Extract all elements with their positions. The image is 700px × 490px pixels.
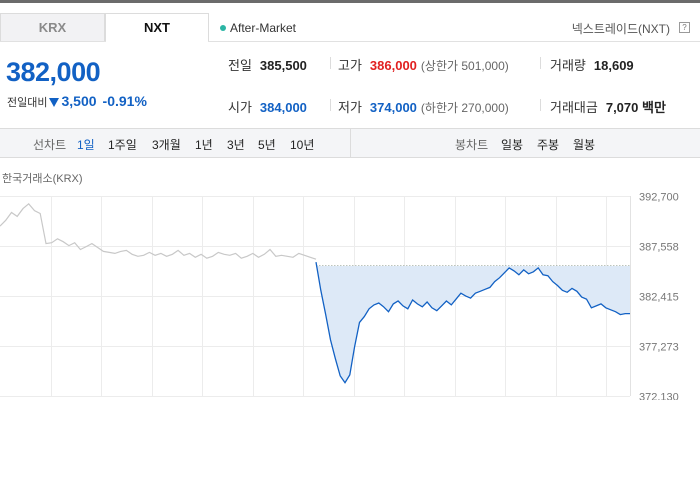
period-1d[interactable]: 1일 (77, 136, 95, 153)
chart-title: 한국거래소(KRX) (2, 173, 83, 185)
chart-toolbar: 선차트 1일 1주일 3개월 1년 3년 5년 10년 봉차트 일봉 주봉 월봉 (0, 128, 700, 158)
y-tick-label: 372,130 (639, 392, 679, 401)
down-triangle-icon (49, 98, 60, 107)
y-tick-label: 392,700 (639, 192, 679, 204)
chart-lines (0, 202, 630, 384)
status-dot-icon (220, 25, 226, 31)
series-line-gray (0, 202, 317, 260)
current-price: 382,000 (6, 57, 101, 87)
stat-open: 시가 384,000 (228, 100, 307, 115)
change-percent: -0.91% (102, 93, 147, 109)
period-3m[interactable]: 3개월 (152, 136, 181, 153)
exchange-label: 넥스트레이드(NXT) (571, 22, 670, 36)
period-10y[interactable]: 10년 (290, 136, 314, 153)
price-area-fill (316, 262, 630, 383)
stat-volume: 거래량 18,609 (550, 58, 634, 73)
period-3y[interactable]: 3년 (227, 136, 245, 153)
tab-nxt[interactable]: NXT (105, 13, 209, 42)
change-label: 전일대비 (7, 97, 48, 109)
chart-area (316, 262, 630, 383)
session-indicator: After-Market (220, 21, 296, 35)
y-tick-label: 387,558 (639, 242, 679, 254)
price-change: 전일대비 3,500 -0.91% (7, 93, 147, 110)
change-amount: 3,500 (61, 93, 97, 109)
help-icon[interactable]: ? (679, 22, 690, 33)
y-tick-label: 377,273 (639, 342, 679, 354)
candle-monthly[interactable]: 월봉 (573, 136, 595, 153)
price-chart: 392,700 387,558 382,415 377,273 372,130 (0, 192, 679, 401)
period-5y[interactable]: 5년 (258, 136, 276, 153)
stat-high: 고가 386,000 (상한가 501,000) (338, 58, 509, 73)
price-stats: 전일 385,500 고가 386,000 (상한가 501,000) 거래량 18,6… (210, 44, 700, 128)
tab-krx[interactable]: KRX (0, 13, 105, 42)
y-tick-label: 382,415 (639, 292, 679, 304)
session-label: After-Market (230, 21, 297, 35)
candle-daily[interactable]: 일봉 (501, 136, 523, 153)
stat-trade-value: 거래대금 7,070 백만 (550, 100, 666, 115)
period-1w[interactable]: 1주일 (108, 136, 137, 153)
stat-low: 저가 374,000 (하한가 270,000) (338, 100, 509, 115)
candle-chart-label: 봉차트 (455, 138, 489, 152)
tab-underline (0, 41, 700, 42)
candle-weekly[interactable]: 주봉 (537, 136, 559, 153)
period-1y[interactable]: 1년 (195, 136, 213, 153)
toolbar-divider (350, 129, 351, 157)
chart-grid (0, 196, 631, 397)
y-axis: 392,700 387,558 382,415 377,273 372,130 (639, 192, 679, 401)
line-chart-label: 선차트 (33, 138, 67, 152)
stat-prev-close: 전일 385,500 (228, 58, 307, 73)
top-rule (0, 0, 700, 3)
